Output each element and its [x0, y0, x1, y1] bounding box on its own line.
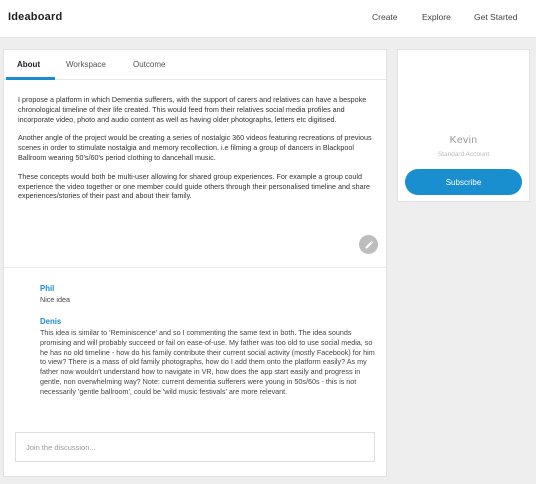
- active-tab-indicator: [6, 77, 55, 80]
- tab-about[interactable]: About: [17, 60, 40, 69]
- comments-section: Phil Nice idea Denis This idea is simila…: [4, 267, 386, 476]
- tab-workspace[interactable]: Workspace: [66, 60, 106, 69]
- brand-logo[interactable]: Ideaboard: [8, 11, 62, 23]
- description-paragraph: Another angle of the project would be cr…: [18, 133, 372, 162]
- nav-create[interactable]: Create: [372, 12, 398, 22]
- tab-outcome[interactable]: Outcome: [133, 60, 165, 69]
- description-paragraph: These concepts would both be multi-user …: [18, 171, 371, 201]
- comment-author[interactable]: Denis: [40, 317, 61, 326]
- nav-explore[interactable]: Explore: [422, 12, 451, 22]
- tab-bar: About Workspace Outcome: [4, 50, 386, 80]
- idea-card: About Workspace Outcome I propose a plat…: [3, 49, 387, 477]
- idea-description: I propose a platform in which Dementia s…: [18, 95, 378, 210]
- profile-name: Kevin: [449, 134, 478, 146]
- comment-text: Nice idea: [40, 295, 70, 304]
- edit-button[interactable]: [359, 235, 378, 254]
- description-paragraph: I propose a platform in which Dementia s…: [18, 95, 367, 124]
- join-discussion-input[interactable]: [15, 432, 375, 462]
- subscribe-button[interactable]: Subscribe: [405, 169, 522, 195]
- comment-author[interactable]: Phil: [40, 284, 54, 293]
- profile-card: Kevin Standard Account Subscribe: [397, 49, 530, 202]
- account-type: Standard Account: [437, 151, 490, 158]
- comment-text: This idea is similar to 'Reminiscence' a…: [40, 328, 375, 396]
- top-bar: Ideaboard Create Explore Get Started: [0, 0, 536, 38]
- pencil-icon: [365, 240, 373, 248]
- nav-get-started[interactable]: Get Started: [474, 12, 517, 22]
